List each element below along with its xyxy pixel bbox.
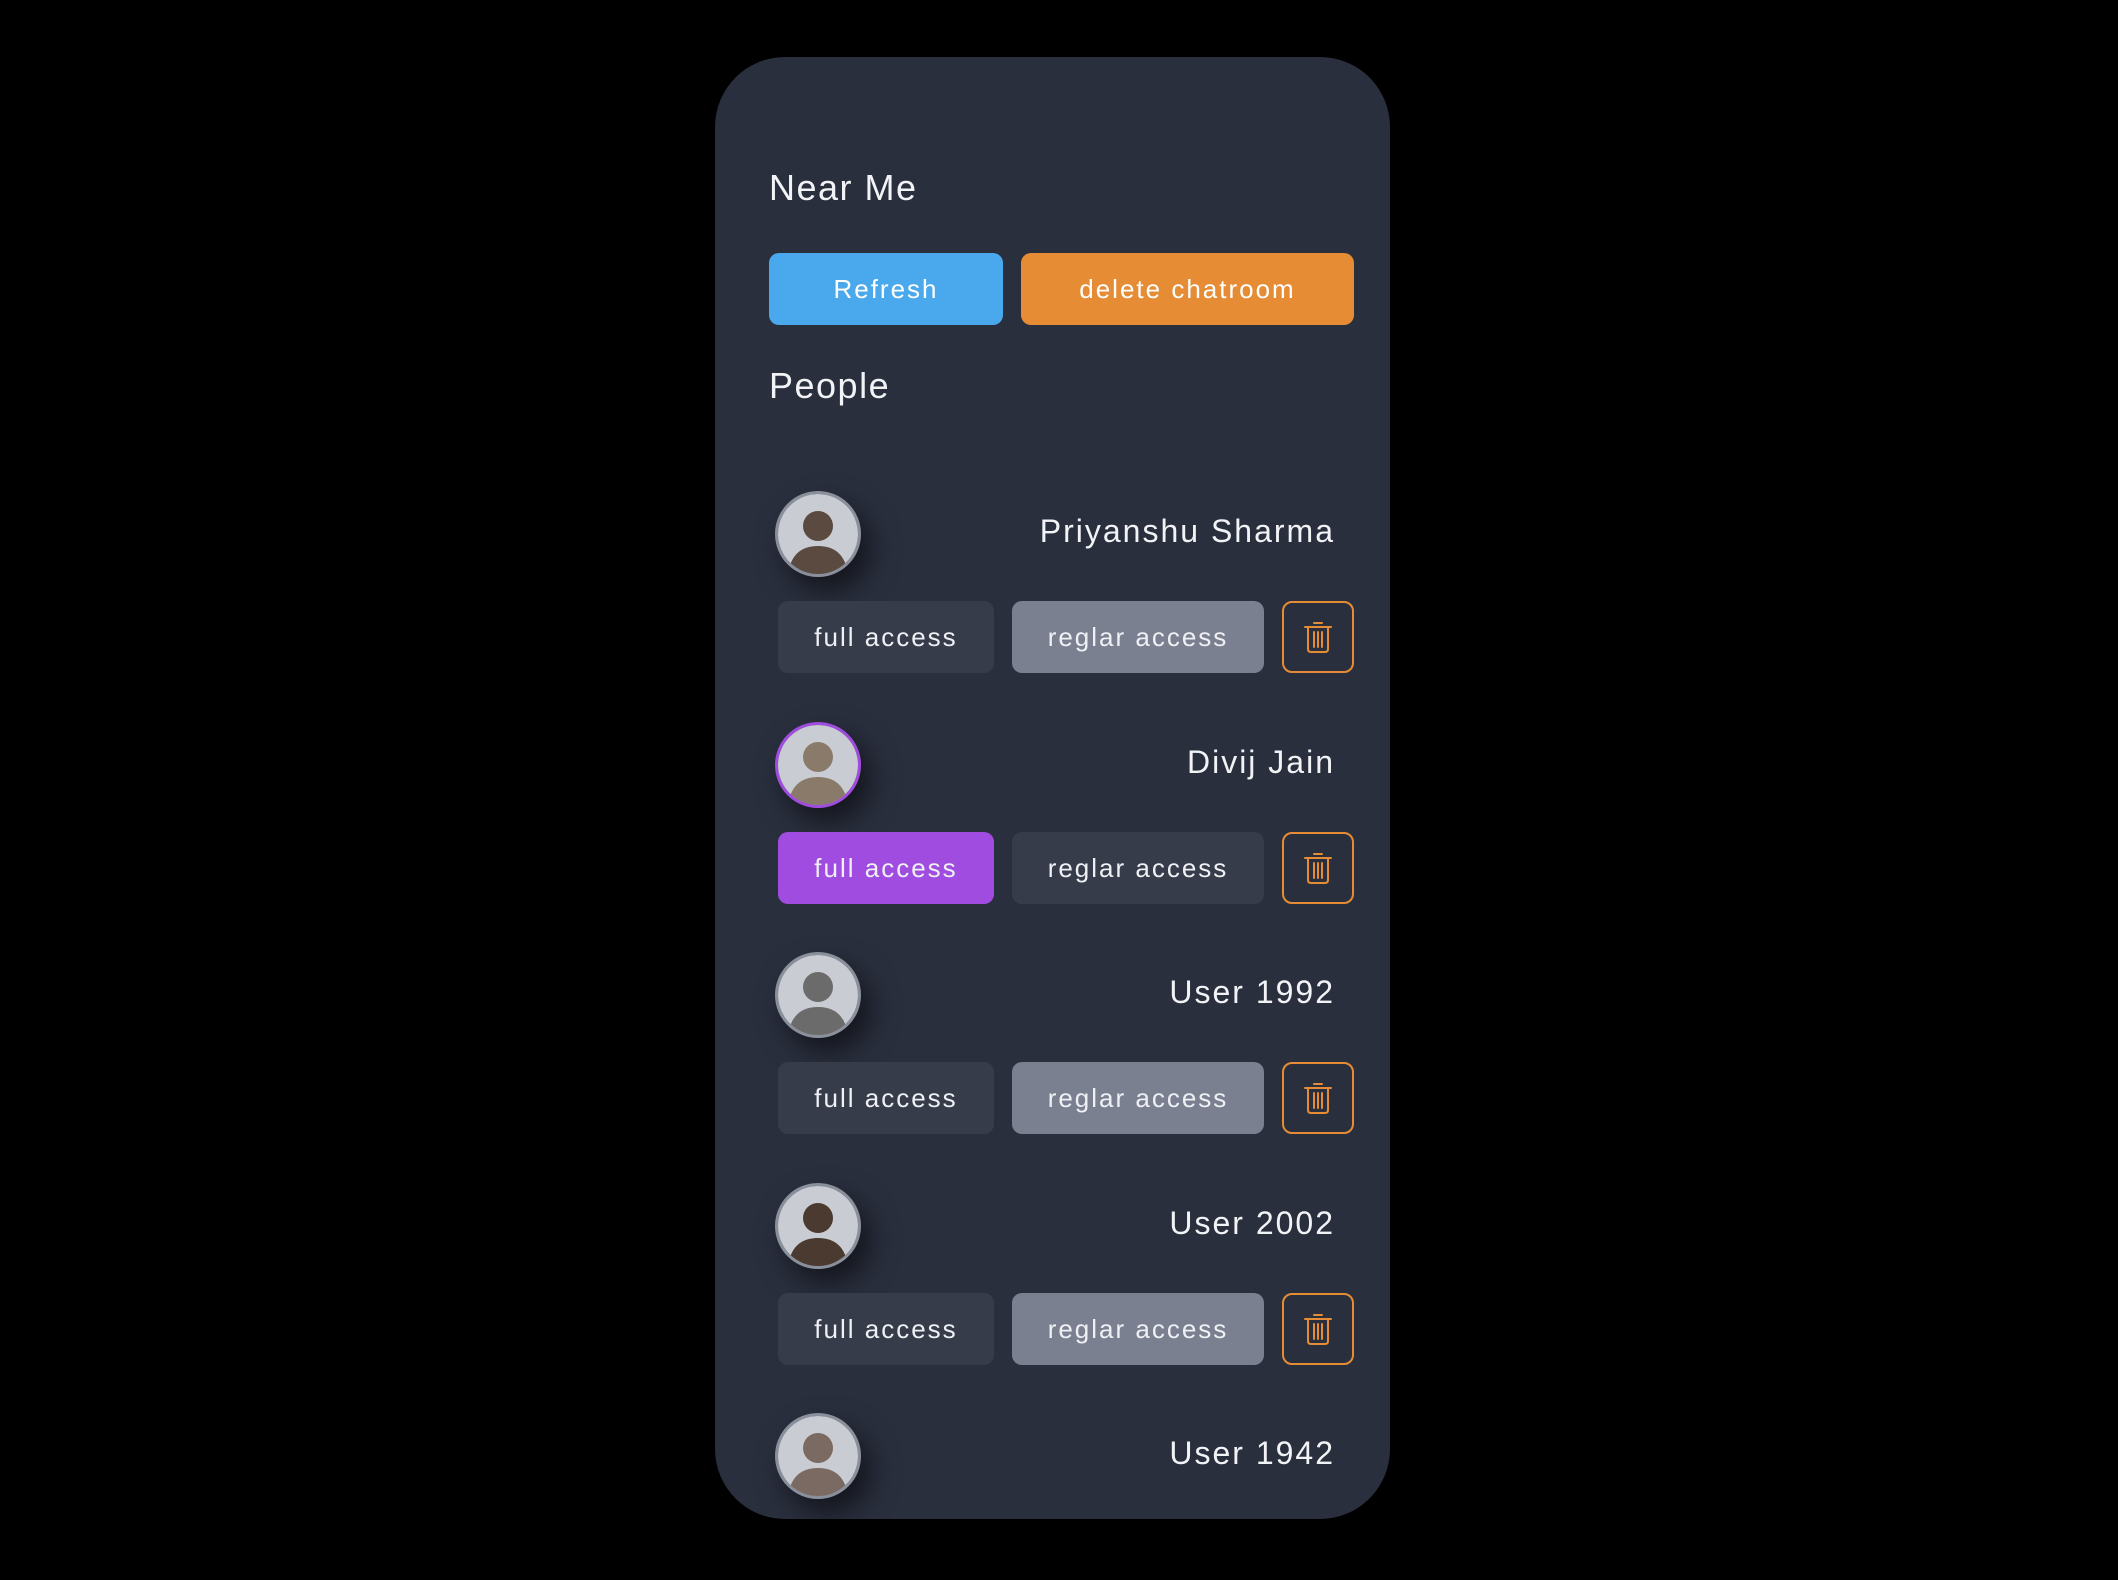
user-photo-icon — [778, 1186, 858, 1266]
person-name: User 2002 — [1169, 1205, 1335, 1241]
person-name: User 1942 — [1169, 1435, 1335, 1471]
avatar[interactable] — [775, 1413, 861, 1499]
user-photo-icon — [778, 1416, 858, 1496]
people-title: People — [769, 365, 891, 406]
near-me-title: Near Me — [769, 167, 918, 208]
refresh-button[interactable]: Refresh — [769, 253, 1003, 325]
delete-user-button[interactable] — [1282, 601, 1354, 673]
delete-user-button[interactable] — [1282, 1062, 1354, 1134]
full-access-button[interactable]: full access — [778, 832, 994, 904]
trash-icon — [1304, 1314, 1332, 1345]
regular-access-button[interactable]: reglar access — [1012, 1293, 1264, 1365]
person-row: User 1992 full access reglar access — [715, 952, 1390, 1152]
phone-panel: Near Me Refresh delete chatroom People P… — [715, 57, 1390, 1519]
person-row: User 2002 full access reglar access — [715, 1183, 1390, 1383]
user-photo-icon — [778, 725, 858, 805]
person-name: User 1992 — [1169, 974, 1335, 1010]
avatar[interactable] — [775, 1183, 861, 1269]
person-row: Divij Jain full access reglar access — [715, 722, 1390, 922]
delete-user-button[interactable] — [1282, 1293, 1354, 1365]
trash-icon — [1304, 853, 1332, 884]
regular-access-button[interactable]: reglar access — [1012, 601, 1264, 673]
user-photo-icon — [778, 955, 858, 1035]
delete-chatroom-button[interactable]: delete chatroom — [1021, 253, 1354, 325]
person-row: Priyanshu Sharma full access reglar access — [715, 491, 1390, 691]
full-access-button[interactable]: full access — [778, 601, 994, 673]
user-photo-icon — [778, 494, 858, 574]
person-name: Divij Jain — [1186, 744, 1335, 780]
regular-access-button[interactable]: reglar access — [1012, 832, 1264, 904]
full-access-button[interactable]: full access — [778, 1062, 994, 1134]
person-name: Priyanshu Sharma — [1039, 513, 1335, 549]
avatar[interactable] — [775, 491, 861, 577]
avatar[interactable] — [775, 722, 861, 808]
regular-access-button[interactable]: reglar access — [1012, 1062, 1264, 1134]
person-row: User 1942full accessreglar access — [715, 1413, 1390, 1519]
delete-user-button[interactable] — [1282, 832, 1354, 904]
avatar[interactable] — [775, 952, 861, 1038]
full-access-button[interactable]: full access — [778, 1293, 994, 1365]
trash-icon — [1304, 1083, 1332, 1114]
trash-icon — [1304, 622, 1332, 653]
